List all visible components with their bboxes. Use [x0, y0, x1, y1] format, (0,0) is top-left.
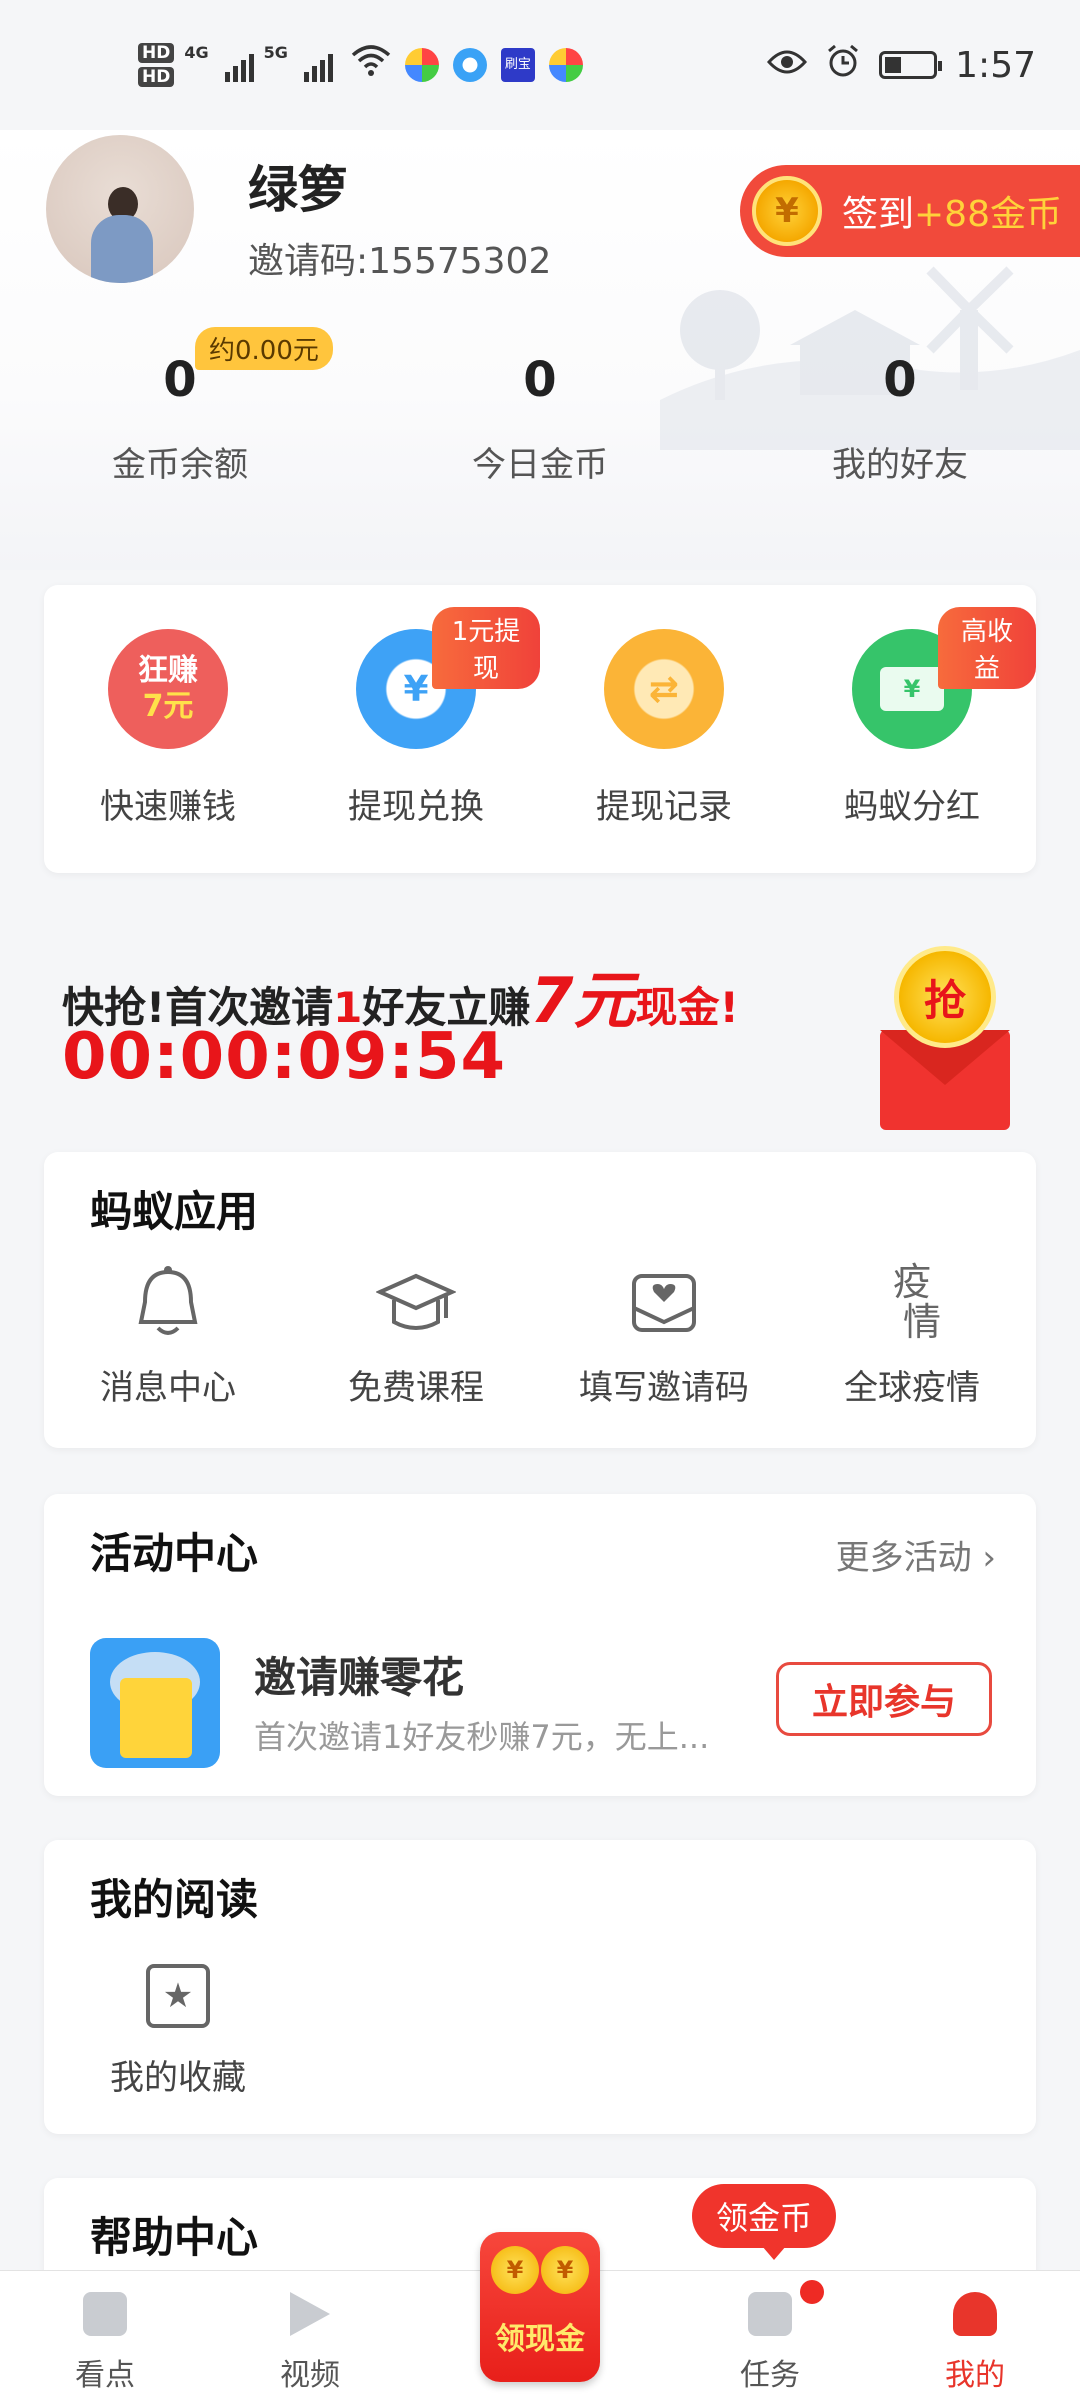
stat-value: 0 — [883, 352, 917, 408]
hd-indicator: HD HD — [138, 41, 175, 89]
nav-label: 任务 — [740, 2358, 800, 2393]
app-label: 免费课程 — [348, 1368, 484, 1408]
app-notification-icon: 刷宝 — [500, 48, 535, 82]
app-label: 填写邀请码 — [579, 1368, 749, 1408]
stat-label: 金币余额 — [112, 445, 248, 485]
quick-action-label: 提现兑换 — [348, 787, 484, 827]
signal-icon — [303, 48, 333, 82]
network-5g-label: 5G — [263, 43, 288, 62]
coin-icon: ¥ ¥ — [490, 2246, 590, 2302]
favorites-label: 我的收藏 — [110, 2058, 246, 2098]
profile-icon — [953, 2292, 997, 2336]
app-global-epidemic[interactable]: 疫情 全球疫情 — [788, 1262, 1036, 1409]
profile-header: 绿箩 邀请码:15575302 ¥ 签到 +88金币 约0.00元 0 金币余额 … — [0, 130, 1080, 570]
app-enter-invite-code[interactable]: 填写邀请码 — [540, 1262, 788, 1409]
nav-video[interactable]: 视频 — [235, 2270, 385, 2400]
section-title: 我的阅读 — [90, 1875, 259, 1924]
app-free-courses[interactable]: 免费课程 — [292, 1262, 540, 1409]
signin-label: 签到 — [842, 194, 915, 235]
more-activities-link[interactable]: 更多活动 › — [836, 1530, 996, 1579]
nav-label: 我的 — [945, 2358, 1005, 2393]
red-envelope-icon[interactable]: 抢 — [880, 940, 1010, 1140]
quick-actions-card: 狂赚 7元 快速赚钱 1元提现 ¥ 提现兑换 ⇄ 提现记录 高收益 ¥ 蚂蚁分红 — [44, 585, 1036, 873]
app-label: 消息中心 — [100, 1368, 236, 1408]
my-reading-card: 我的阅读 ★ 我的收藏 — [44, 1840, 1036, 2134]
quick-action-label: 快速赚钱 — [100, 787, 236, 827]
app-label: 全球疫情 — [844, 1368, 980, 1408]
task-icon — [748, 2292, 792, 2336]
countdown-timer: 00:00:09:54 — [62, 1020, 507, 1094]
quick-action-label: 提现记录 — [596, 787, 732, 827]
app-notification-icon — [452, 48, 487, 82]
activity-title[interactable]: 邀请赚零花 — [254, 1644, 464, 1705]
activity-description: 首次邀请1好友秒赚7元，无上... — [254, 1718, 710, 1756]
earn-icon: 狂赚 7元 — [108, 629, 228, 749]
network-4g-label: 4G — [184, 43, 209, 62]
invite-promo-banner[interactable]: 快抢!首次邀请 1 好友立赚 7元 现金! 00:00:09:54 抢 — [0, 920, 1080, 1140]
stat-label: 今日金币 — [472, 445, 608, 485]
nav-mine[interactable]: 我的 — [900, 2270, 1050, 2400]
grab-label: 抢 — [894, 946, 996, 1048]
wifi-icon — [351, 44, 391, 86]
nav-news[interactable]: 看点 — [30, 2270, 180, 2400]
stat-my-friends[interactable]: 0 我的好友 — [720, 345, 1080, 486]
signin-button[interactable]: ¥ 签到 +88金币 — [740, 165, 1080, 257]
quick-action-badge: 高收益 — [938, 607, 1036, 689]
quick-action-earn[interactable]: 狂赚 7元 快速赚钱 — [44, 585, 292, 873]
quick-action-records[interactable]: ⇄ 提现记录 — [540, 585, 788, 873]
get-coins-bubble[interactable]: 领金币 — [692, 2184, 837, 2260]
activity-center-card: 活动中心 更多活动 › 邀请赚零花 首次邀请1好友秒赚7元，无上... 立即参与 — [44, 1494, 1036, 1796]
bell-icon — [128, 1262, 208, 1342]
stat-today-coins[interactable]: 0 今日金币 — [360, 345, 720, 486]
star-bookmark-icon: ★ — [146, 1964, 210, 2028]
notification-dot — [800, 2280, 824, 2304]
user-name: 绿箩 — [248, 161, 348, 219]
avatar[interactable] — [46, 135, 194, 283]
stat-coin-balance[interactable]: 约0.00元 0 金币余额 — [0, 327, 360, 486]
quick-action-badge: 1元提现 — [432, 607, 540, 689]
status-bar: HD HD 4G 5G 刷宝 1:57 — [0, 0, 1080, 130]
get-cash-button[interactable]: ¥ ¥ 领现金 — [480, 2232, 600, 2382]
my-favorites[interactable]: ★ 我的收藏 — [90, 1964, 266, 2099]
status-icons-left: HD HD 4G 5G 刷宝 — [138, 41, 583, 89]
virus-icon: 疫情 — [892, 1260, 941, 1344]
stat-value: 0 — [523, 352, 557, 408]
ant-apps-card: 蚂蚁应用 消息中心 免费课程 填写邀请码 疫情 全球疫情 — [44, 1152, 1036, 1448]
coin-icon: ¥ — [752, 176, 822, 246]
section-title: 蚂蚁应用 — [90, 1187, 259, 1236]
quick-action-dividend[interactable]: 高收益 ¥ 蚂蚁分红 — [788, 585, 1036, 873]
join-button[interactable]: 立即参与 — [776, 1662, 992, 1736]
eye-icon — [767, 45, 808, 85]
mail-heart-icon — [624, 1262, 704, 1342]
clock: 1:57 — [955, 44, 1036, 86]
graduation-cap-icon — [375, 1262, 457, 1342]
quick-action-withdraw[interactable]: 1元提现 ¥ 提现兑换 — [292, 585, 540, 873]
invite-activity-icon — [90, 1638, 220, 1768]
status-icons-right: 1:57 — [767, 43, 1036, 88]
app-row: 消息中心 免费课程 填写邀请码 疫情 全球疫情 — [44, 1262, 1036, 1409]
quick-action-label: 蚂蚁分红 — [844, 787, 980, 827]
alarm-icon — [825, 43, 861, 88]
news-icon — [83, 2292, 127, 2336]
signal-icon — [224, 48, 254, 82]
battery-icon — [879, 51, 943, 79]
signin-bonus: +88金币 — [914, 194, 1062, 235]
exchange-icon: ⇄ — [604, 629, 724, 749]
nav-label: 视频 — [280, 2358, 340, 2393]
nav-label: 看点 — [75, 2358, 135, 2393]
section-title: 活动中心 — [90, 1529, 259, 1578]
stat-label: 我的好友 — [832, 445, 968, 485]
play-icon — [290, 2292, 330, 2336]
stats-row: 约0.00元 0 金币余额 0 今日金币 0 我的好友 — [0, 327, 1080, 486]
app-message-center[interactable]: 消息中心 — [44, 1262, 292, 1409]
invite-code: 邀请码:15575302 — [248, 241, 552, 282]
app-notification-icon — [548, 48, 583, 82]
section-title: 帮助中心 — [90, 2213, 259, 2262]
get-cash-label: 领现金 — [495, 2322, 585, 2357]
approx-value-badge: 约0.00元 — [195, 327, 333, 370]
app-notification-icon — [404, 48, 439, 82]
